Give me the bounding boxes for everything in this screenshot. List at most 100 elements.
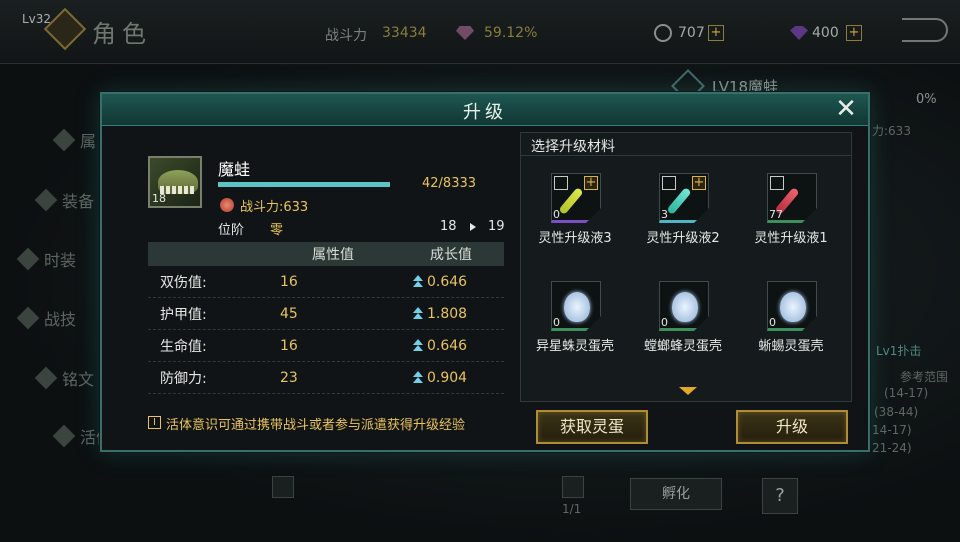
sidebar-label: 时装 <box>44 251 77 270</box>
material-slot[interactable]: 77 灵性升级液1 <box>737 167 845 257</box>
rank-value: 零 <box>270 223 284 238</box>
exp-bar-fill <box>218 182 390 187</box>
gem-value: 59.12% <box>484 25 538 41</box>
material-count: 0 <box>553 208 560 221</box>
add-crystal-button[interactable]: + <box>846 25 862 41</box>
level-to: 19 <box>488 219 505 234</box>
table-row: 护甲值: 45 1.808 <box>148 298 504 330</box>
stat-name: 防御力: <box>160 370 207 387</box>
sidebar-label: 属 <box>80 132 97 151</box>
select-checkbox[interactable] <box>770 176 784 190</box>
stat-table-header: 属性值 成长值 <box>148 242 504 266</box>
sidebar-label: 战技 <box>44 310 77 329</box>
sidebar-item-attr[interactable]: 属 <box>52 128 97 152</box>
sidebar-item-fashion[interactable]: 时装 <box>16 247 77 271</box>
material-count: 0 <box>769 316 776 329</box>
sidebar-item-inscription[interactable]: 铭文 <box>34 366 95 390</box>
stat-growth: 0.646 <box>427 273 468 290</box>
consciousness-icon <box>52 424 76 448</box>
fashion-icon <box>16 247 40 271</box>
upgrade-modal: 升级 ✕ 18 魔蛙 42/8333 战斗力:633 位阶 零 18 19 属性… <box>100 92 870 452</box>
skill-icon <box>16 306 40 330</box>
help-button[interactable]: ? <box>762 478 798 514</box>
player-level: Lv32 <box>22 12 52 26</box>
power-gem-icon <box>220 198 234 212</box>
growth-up-icon <box>412 370 424 384</box>
top-bar: Lv32 角色 战斗力 33434 59.12% 707 + 400 + <box>0 0 960 64</box>
right-power: 力:633 <box>872 124 911 138</box>
material-name: 灵性升级液1 <box>754 231 828 246</box>
next-page-button[interactable] <box>562 476 584 498</box>
sidebar-item-equip[interactable]: 装备 <box>34 188 94 212</box>
back-button[interactable] <box>902 18 948 42</box>
growth-up-icon <box>412 306 424 320</box>
page-indicator: 1/1 <box>562 502 582 516</box>
material-name: 螳螂蜂灵蛋壳 <box>643 339 722 354</box>
stat-value: 16 <box>280 273 298 290</box>
material-count: 0 <box>661 316 668 329</box>
stat-name: 护甲值: <box>160 306 207 323</box>
stat-growth: 1.808 <box>427 305 468 322</box>
page-title: 角色 <box>92 20 152 48</box>
level-from: 18 <box>440 219 457 234</box>
material-count: 3 <box>661 208 668 221</box>
range-value: 14-17) <box>872 423 912 437</box>
table-row: 生命值: 16 0.646 <box>148 330 504 362</box>
attr-icon <box>52 128 76 152</box>
right-pct: 0% <box>916 92 937 107</box>
coin-icon <box>654 24 672 42</box>
sidebar-item-skill[interactable]: 战技 <box>16 306 77 330</box>
add-icon[interactable]: + <box>584 176 598 190</box>
material-slot[interactable]: 0 蜥蜴灵蛋壳 <box>737 275 845 365</box>
col-attr-header: 属性值 <box>312 247 354 263</box>
material-slot[interactable]: 0 异星蛛灵蛋壳 <box>521 275 629 365</box>
stat-growth: 0.904 <box>427 369 468 386</box>
table-row: 双伤值: 16 0.646 <box>148 266 504 298</box>
material-name: 灵性升级液3 <box>538 231 612 246</box>
stat-name: 生命值: <box>160 338 207 355</box>
exp-text: 42/8333 <box>422 176 477 191</box>
crystal-icon <box>790 26 808 40</box>
col-growth-header: 成长值 <box>430 247 472 263</box>
rank-label: 位阶 <box>218 223 245 238</box>
stat-table: 属性值 成长值 双伤值: 16 0.646 护甲值: 45 1.808 生命值:… <box>148 242 504 394</box>
add-coin-button[interactable]: + <box>708 25 724 41</box>
material-name: 灵性升级液2 <box>646 231 720 246</box>
gem-icon <box>456 26 474 40</box>
pet-name: 魔蛙 <box>218 160 251 179</box>
sidebar-label: 铭文 <box>62 370 95 389</box>
exp-bar <box>218 182 390 187</box>
material-slot[interactable]: + 3 灵性升级液2 <box>629 167 737 257</box>
pet-avatar: 18 <box>148 156 202 208</box>
right-skill: Lv1扑击 <box>876 344 922 358</box>
modal-header: 升级 ✕ <box>102 94 868 126</box>
stat-value: 45 <box>280 305 298 322</box>
pet-level: 18 <box>152 192 166 205</box>
range-value: 21-24) <box>872 441 912 455</box>
inscription-icon <box>34 366 58 390</box>
stat-value: 16 <box>280 337 298 354</box>
equip-icon <box>34 188 58 212</box>
close-button[interactable]: ✕ <box>833 96 859 123</box>
add-icon[interactable]: + <box>692 176 706 190</box>
material-name: 蜥蜴灵蛋壳 <box>758 339 824 354</box>
select-checkbox[interactable] <box>554 176 568 190</box>
stat-name: 双伤值: <box>160 274 207 291</box>
range-label: 参考范围 <box>900 370 949 384</box>
material-slot[interactable]: + 0 灵性升级液3 <box>521 167 629 257</box>
get-egg-button[interactable]: 获取灵蛋 <box>536 410 648 444</box>
prev-page-button[interactable] <box>272 476 294 498</box>
select-checkbox[interactable] <box>662 176 676 190</box>
table-row: 防御力: 23 0.904 <box>148 362 504 394</box>
hint-text: 活体意识可通过携带战斗或者参与派遣获得升级经验 <box>166 418 466 433</box>
material-slot[interactable]: 0 螳螂蜂灵蛋壳 <box>629 275 737 365</box>
chevron-down-icon[interactable] <box>679 387 697 395</box>
coin-value: 707 <box>678 25 705 41</box>
arrow-right-icon <box>470 223 476 231</box>
upgrade-button[interactable]: 升级 <box>736 410 848 444</box>
growth-up-icon <box>412 338 424 352</box>
material-count: 77 <box>769 208 783 221</box>
stat-growth: 0.646 <box>427 337 468 354</box>
hatch-button[interactable]: 孵化 <box>630 478 722 510</box>
material-name: 异星蛛灵蛋壳 <box>535 339 614 354</box>
